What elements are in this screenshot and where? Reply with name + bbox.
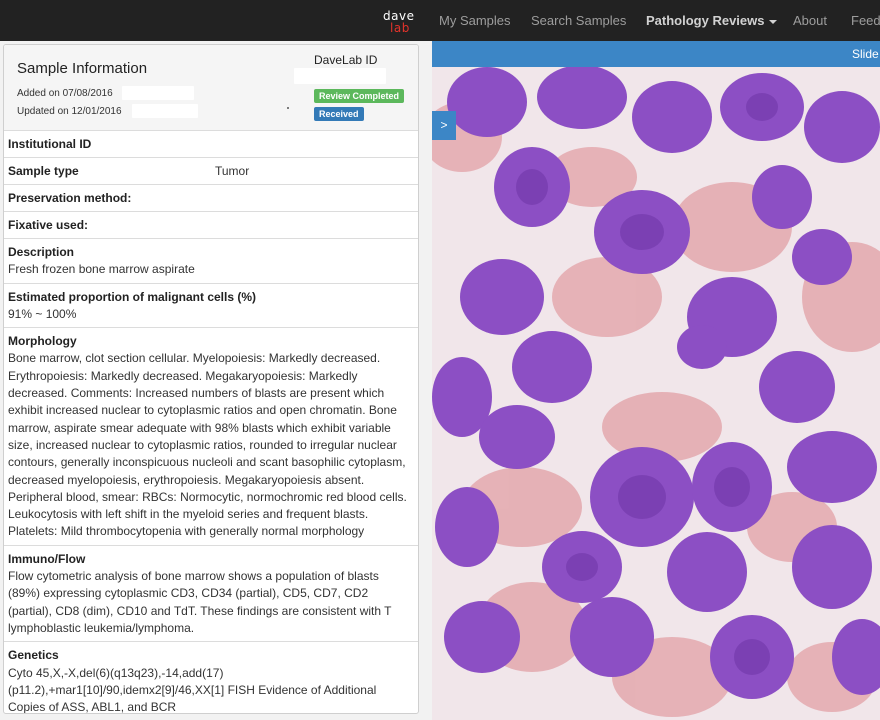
field-label: Morphology	[8, 334, 77, 349]
review-completed-badge: Review Completed	[314, 89, 405, 103]
nav-feedback[interactable]: Feedback	[851, 0, 880, 41]
caret-down-icon	[769, 19, 778, 24]
field-genetics: Genetics Cyto 45,X,-X,del(6)(q13q23),-14…	[4, 642, 418, 714]
redacted-davelab-id	[294, 68, 386, 84]
field-label: Immuno/Flow	[8, 551, 86, 566]
field-value: Flow cytometric analysis of bone marrow …	[8, 569, 392, 635]
field-label: Preservation method:	[8, 191, 132, 205]
field-morphology: Morphology Bone marrow, clot section cel…	[4, 328, 418, 546]
field-label: Sample type	[8, 164, 79, 178]
nav-search-samples[interactable]: Search Samples	[531, 0, 626, 41]
nav-pathology-reviews[interactable]: Pathology Reviews	[646, 0, 778, 41]
top-navbar: dave lab My Samples Search Samples Patho…	[0, 0, 880, 41]
field-label: Institutional ID	[8, 137, 92, 151]
sample-info-header: Sample Information Added on 07/08/2016 U…	[4, 45, 418, 131]
nav-pathology-reviews-label: Pathology Reviews	[646, 13, 765, 28]
panel-title: Sample Information	[17, 60, 148, 77]
sample-info-panel: Sample Information Added on 07/08/2016 U…	[3, 44, 419, 714]
davelab-id-label: DaveLab ID	[314, 53, 378, 67]
field-label: Genetics	[8, 648, 59, 663]
nav-my-samples[interactable]: My Samples	[439, 0, 511, 41]
chevron-right-icon[interactable]: >	[432, 111, 456, 140]
updated-date: Updated on 12/01/2016	[17, 106, 122, 117]
field-malignant-proportion: Estimated proportion of malignant cells …	[4, 284, 418, 329]
field-label: Estimated proportion of malignant cells …	[8, 289, 257, 304]
slide-viewer-bar: Slide	[432, 41, 880, 67]
bone-marrow-slide-image[interactable]	[432, 67, 880, 720]
received-badge: Received	[314, 107, 364, 121]
slide-viewer[interactable]: Slide >	[432, 41, 880, 720]
field-institutional-id: Institutional ID	[4, 131, 418, 158]
added-date: Added on 07/08/2016	[17, 88, 113, 99]
redacted-block	[132, 104, 198, 118]
nav-about[interactable]: About	[793, 0, 827, 41]
field-label: Fixative used:	[8, 218, 89, 232]
field-value: Fresh frozen bone marrow aspirate	[8, 262, 195, 277]
redacted-block	[122, 86, 194, 100]
davelab-logo[interactable]: dave lab	[380, 6, 416, 36]
field-value: 91% ~ 100%	[8, 306, 77, 321]
separator-dot	[287, 107, 289, 109]
field-preservation-method: Preservation method:	[4, 185, 418, 212]
field-description: Description Fresh frozen bone marrow asp…	[4, 239, 418, 284]
logo-text-bottom: lab	[390, 21, 410, 35]
field-fixative: Fixative used:	[4, 212, 418, 239]
field-value: Tumor	[215, 164, 250, 178]
field-sample-type: Sample type Tumor	[4, 158, 418, 185]
field-label: Description	[8, 245, 75, 259]
slide-label[interactable]: Slide	[852, 47, 879, 61]
field-value: Cyto 45,X,-X,del(6)(q13q23),-14,add(17)(…	[8, 665, 377, 714]
field-immuno-flow: Immuno/Flow Flow cytometric analysis of …	[4, 546, 418, 643]
field-value: Bone marrow, clot section cellular. Myel…	[8, 351, 407, 539]
